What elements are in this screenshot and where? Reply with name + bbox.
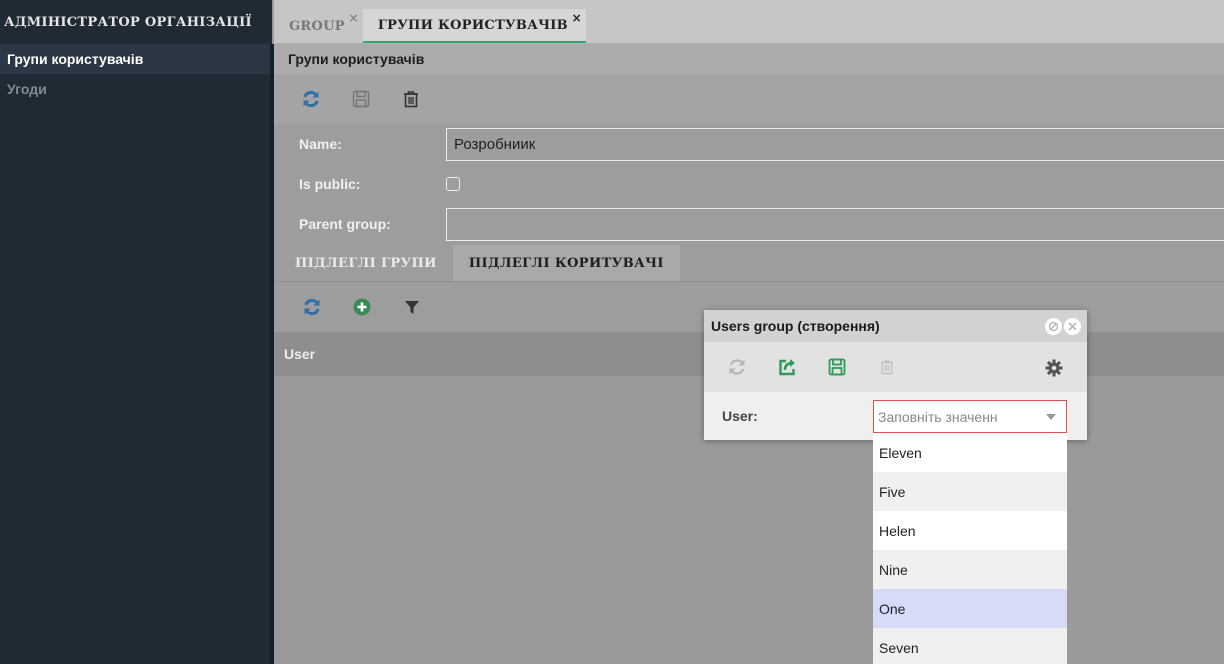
save-icon[interactable] [826, 356, 848, 378]
dialog-toolbar [704, 342, 1087, 392]
close-icon[interactable]: × [572, 11, 582, 25]
chevron-down-icon[interactable] [1046, 414, 1056, 420]
tab-label: ГРУПИ КОРИСТУВАЧІВ [377, 17, 568, 33]
refresh-icon[interactable] [301, 296, 323, 318]
delete-icon[interactable] [400, 88, 422, 110]
form-row-is-public: Is public: [274, 164, 1224, 204]
tab-subgroups[interactable]: ПІДЛЕГЛІ ГРУПИ [279, 245, 453, 281]
dropdown-option[interactable]: Nine [873, 550, 1067, 589]
close-icon[interactable]: × [348, 11, 358, 25]
filter-icon[interactable] [401, 296, 423, 318]
sidebar-item-user-groups[interactable]: Групи користувачів [0, 44, 272, 74]
user-select[interactable]: Заповніть значенн [873, 400, 1067, 433]
refresh-icon[interactable] [726, 356, 748, 378]
subtab-bar: ПІДЛЕГЛІ ГРУПИ ПІДЛЕГЛІ КОРИТУВАЧІ [274, 244, 1224, 282]
tab-label: GROUP [289, 18, 345, 34]
tab-bar: GROUP × ГРУПИ КОРИСТУВАЧІВ × [274, 0, 1224, 44]
section-title: Групи користувачів [274, 44, 1224, 74]
form-row-name: Name: Розробниик [274, 124, 1224, 164]
dropdown-option[interactable]: Helen [873, 511, 1067, 550]
sidebar-header: АДМІНІСТРАТОР ОРГАНІЗАЦІЇ [4, 14, 252, 30]
name-label: Name: [299, 136, 342, 152]
main-toolbar [274, 74, 1224, 124]
user-dropdown-list: Eleven Five Helen Nine One Seven [873, 433, 1067, 664]
tab-user-groups[interactable]: ГРУПИ КОРИСТУВАЧІВ × [362, 9, 586, 43]
sidebar: АДМІНІСТРАТОР ОРГАНІЗАЦІЇ Групи користув… [0, 0, 272, 664]
dropdown-option[interactable]: Eleven [873, 433, 1067, 472]
share-icon[interactable] [776, 356, 798, 378]
gear-icon[interactable] [1043, 357, 1065, 379]
parent-group-label: Parent group: [299, 216, 391, 232]
add-icon[interactable] [351, 296, 373, 318]
close-icon[interactable] [1064, 318, 1081, 335]
dropdown-option-highlighted[interactable]: One [873, 589, 1067, 628]
tab-group[interactable]: GROUP × [274, 9, 363, 43]
users-group-dialog: Users group (створення) User: Заповніть … [704, 310, 1087, 440]
dialog-title: Users group (створення) [711, 318, 880, 334]
dialog-title-bar: Users group (створення) [704, 310, 1087, 342]
form-row-parent-group: Parent group: [274, 204, 1224, 244]
parent-group-field[interactable] [446, 208, 1224, 241]
is-public-label: Is public: [299, 176, 361, 192]
save-icon[interactable] [350, 88, 372, 110]
delete-icon[interactable] [876, 356, 898, 378]
refresh-icon[interactable] [300, 88, 322, 110]
dropdown-option[interactable]: Five [873, 472, 1067, 511]
column-header-user[interactable]: User [284, 346, 315, 362]
dropdown-option[interactable]: Seven [873, 628, 1067, 664]
sidebar-item-agreements[interactable]: Угоди [0, 74, 272, 104]
tab-subusers[interactable]: ПІДЛЕГЛІ КОРИТУВАЧІ [452, 245, 680, 281]
user-select-placeholder: Заповніть значенн [878, 408, 998, 425]
user-label: User: [722, 408, 758, 424]
is-public-checkbox[interactable] [446, 177, 460, 191]
minimize-icon[interactable] [1045, 318, 1062, 335]
name-field[interactable]: Розробниик [446, 128, 1224, 161]
